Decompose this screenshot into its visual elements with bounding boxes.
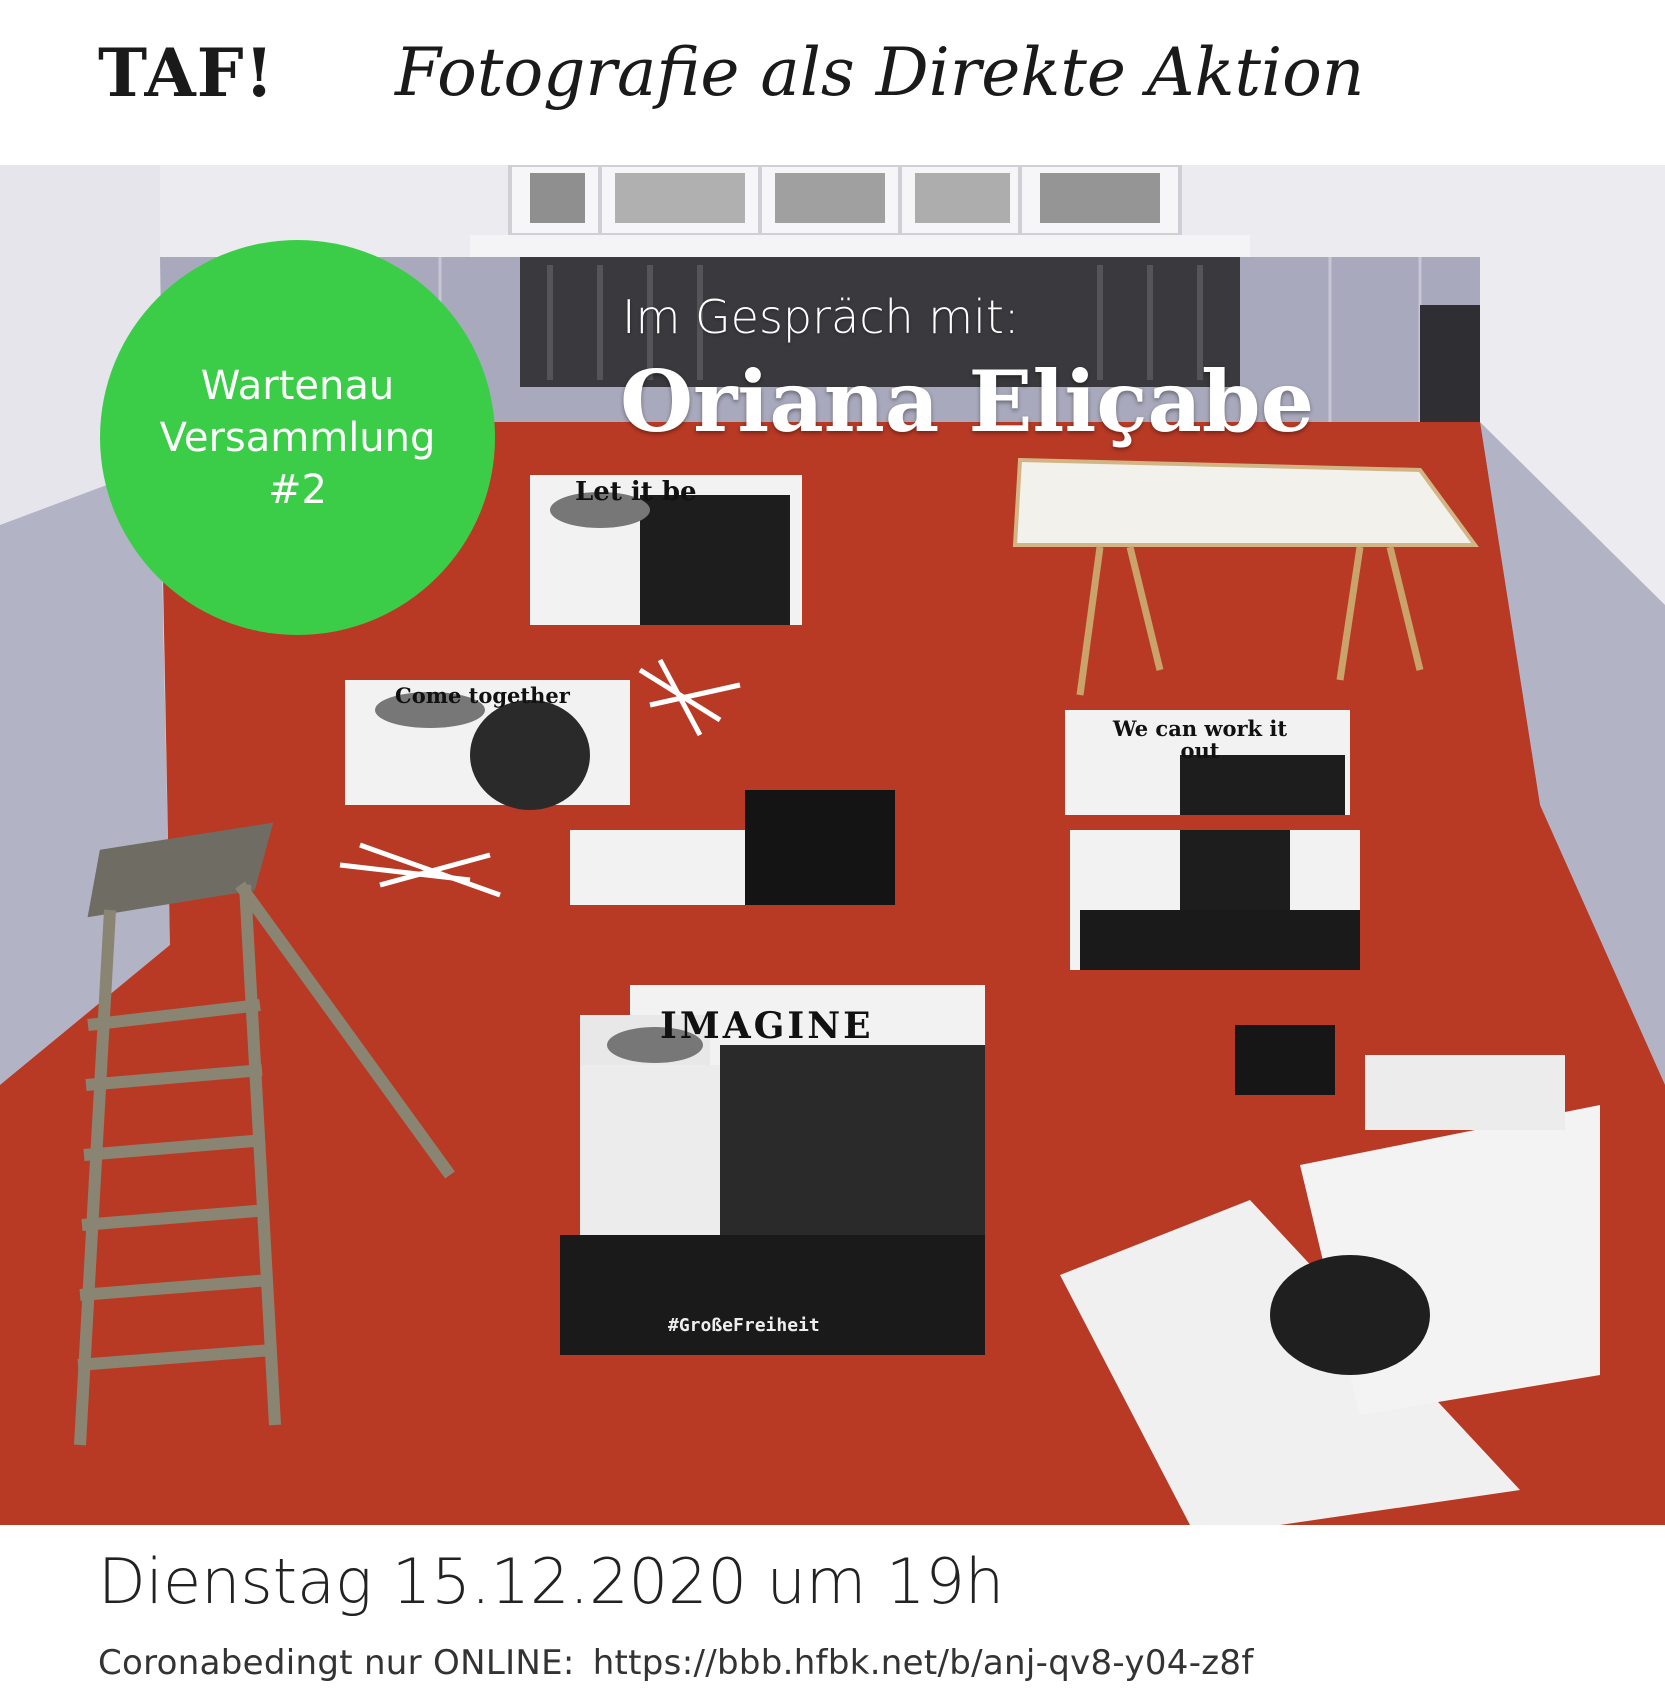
online-label: Coronabedingt nur ONLINE: xyxy=(98,1643,575,1683)
poster-caption-come-together: Come together xyxy=(395,683,570,708)
meeting-link[interactable]: https://bbb.hfbk.net/b/anj-qv8-y04-z8f xyxy=(593,1643,1254,1683)
event-date: Dienstag 15.12.2020 um 19h xyxy=(98,1545,1005,1618)
poster-caption-let-it-be: Let it be xyxy=(575,477,697,507)
badge-line-2: Versammlung xyxy=(159,414,436,461)
speaker-name: Oriana Eliçabe xyxy=(620,352,1315,451)
badge-line-3: #2 xyxy=(268,466,327,513)
brand-title: TAF! xyxy=(98,34,275,112)
windows xyxy=(508,165,1182,237)
event-badge: Wartenau Versammlung #2 xyxy=(100,240,495,635)
poster-caption-we-can: We can work it out xyxy=(1112,716,1288,764)
header: TAF! Fotografie als Direkte Aktion xyxy=(0,0,1665,165)
poster-hashtag: #GroßeFreiheit xyxy=(668,1315,820,1336)
poster-caption-imagine: IMAGINE xyxy=(660,1005,874,1047)
online-info: Coronabedingt nur ONLINE: https://bbb.hfb… xyxy=(98,1643,1254,1683)
footer: Dienstag 15.12.2020 um 19h Coronabedingt… xyxy=(0,1525,1665,1699)
talk-intro: Im Gespräch mit: xyxy=(622,290,1020,344)
headline: Fotografie als Direkte Aktion xyxy=(395,34,1365,111)
black-tiles xyxy=(745,790,895,905)
badge-line-1: Wartenau xyxy=(200,362,395,409)
window-sill xyxy=(470,235,1250,257)
